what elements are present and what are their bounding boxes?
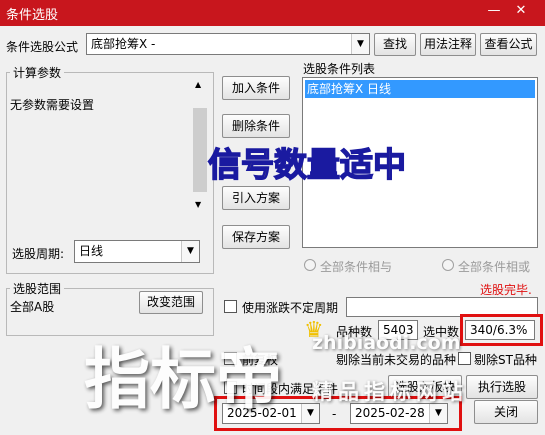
scrollbar-thumb[interactable] [193,108,207,192]
period-select[interactable]: 日线 ▼ [74,240,200,263]
close-icon[interactable]: ✕ [513,3,529,19]
chevron-down-icon[interactable]: ▼ [181,241,199,262]
condition-list-title: 选股条件列表 [303,62,376,76]
title-bar: 条件选股 — ✕ [0,0,545,26]
selected-count-highlight [460,314,543,346]
minimize-icon[interactable]: — [486,3,502,19]
params-scrollbar[interactable]: ▲ ▼ [192,78,208,212]
range-value: 全部A股 [10,300,55,314]
use-limit-period-label: 使用涨跌不定周期 [242,301,339,315]
or-radio[interactable] [442,259,454,271]
condition-list-item[interactable]: 底部抢筹X 日线 [305,80,535,98]
watermark-site: zhibiaodi.com [312,332,461,354]
status-done-text: 选股完毕. [480,283,532,297]
formula-label: 条件选股公式 [6,40,79,54]
usage-button[interactable]: 用法注释 [420,33,476,56]
find-button[interactable]: 查找 [374,33,416,56]
chevron-down-icon[interactable]: ▼ [351,34,369,54]
watermark-site-cn: 精品指标网站 [312,380,468,404]
banner-overlay: 信号数量适中 [207,144,407,185]
no-params-text: 无参数需要设置 [10,98,95,112]
add-condition-button[interactable]: 加入条件 [222,76,290,100]
import-plan-button[interactable]: 引入方案 [222,186,290,210]
formula-value: 底部抢筹X - [91,37,156,51]
exclude-st-label: 剔除ST品种 [474,353,537,367]
period-value: 日线 [79,244,104,258]
period-label: 选股周期: [12,247,65,261]
scroll-up-icon[interactable]: ▲ [195,80,201,89]
use-limit-period-checkbox[interactable] [224,300,237,313]
watermark-big: 指标帝 [84,341,282,418]
change-range-button[interactable]: 改变范围 [139,291,203,314]
view-formula-button[interactable]: 查看公式 [480,33,537,56]
save-plan-button[interactable]: 保存方案 [222,225,290,249]
close-button[interactable]: 关闭 [474,400,538,424]
or-label: 全部条件相或 [458,260,531,274]
and-label: 全部条件相与 [320,260,393,274]
range-group-title: 选股范围 [10,280,65,297]
run-selection-button[interactable]: 执行选股 [466,375,538,399]
scroll-down-icon[interactable]: ▼ [195,200,201,209]
formula-select[interactable]: 底部抢筹X - ▼ [86,33,370,55]
window-title: 条件选股 [6,8,59,23]
delete-condition-button[interactable]: 删除条件 [222,114,290,138]
params-group-title: 计算参数 [10,64,65,81]
and-radio[interactable] [304,259,316,271]
